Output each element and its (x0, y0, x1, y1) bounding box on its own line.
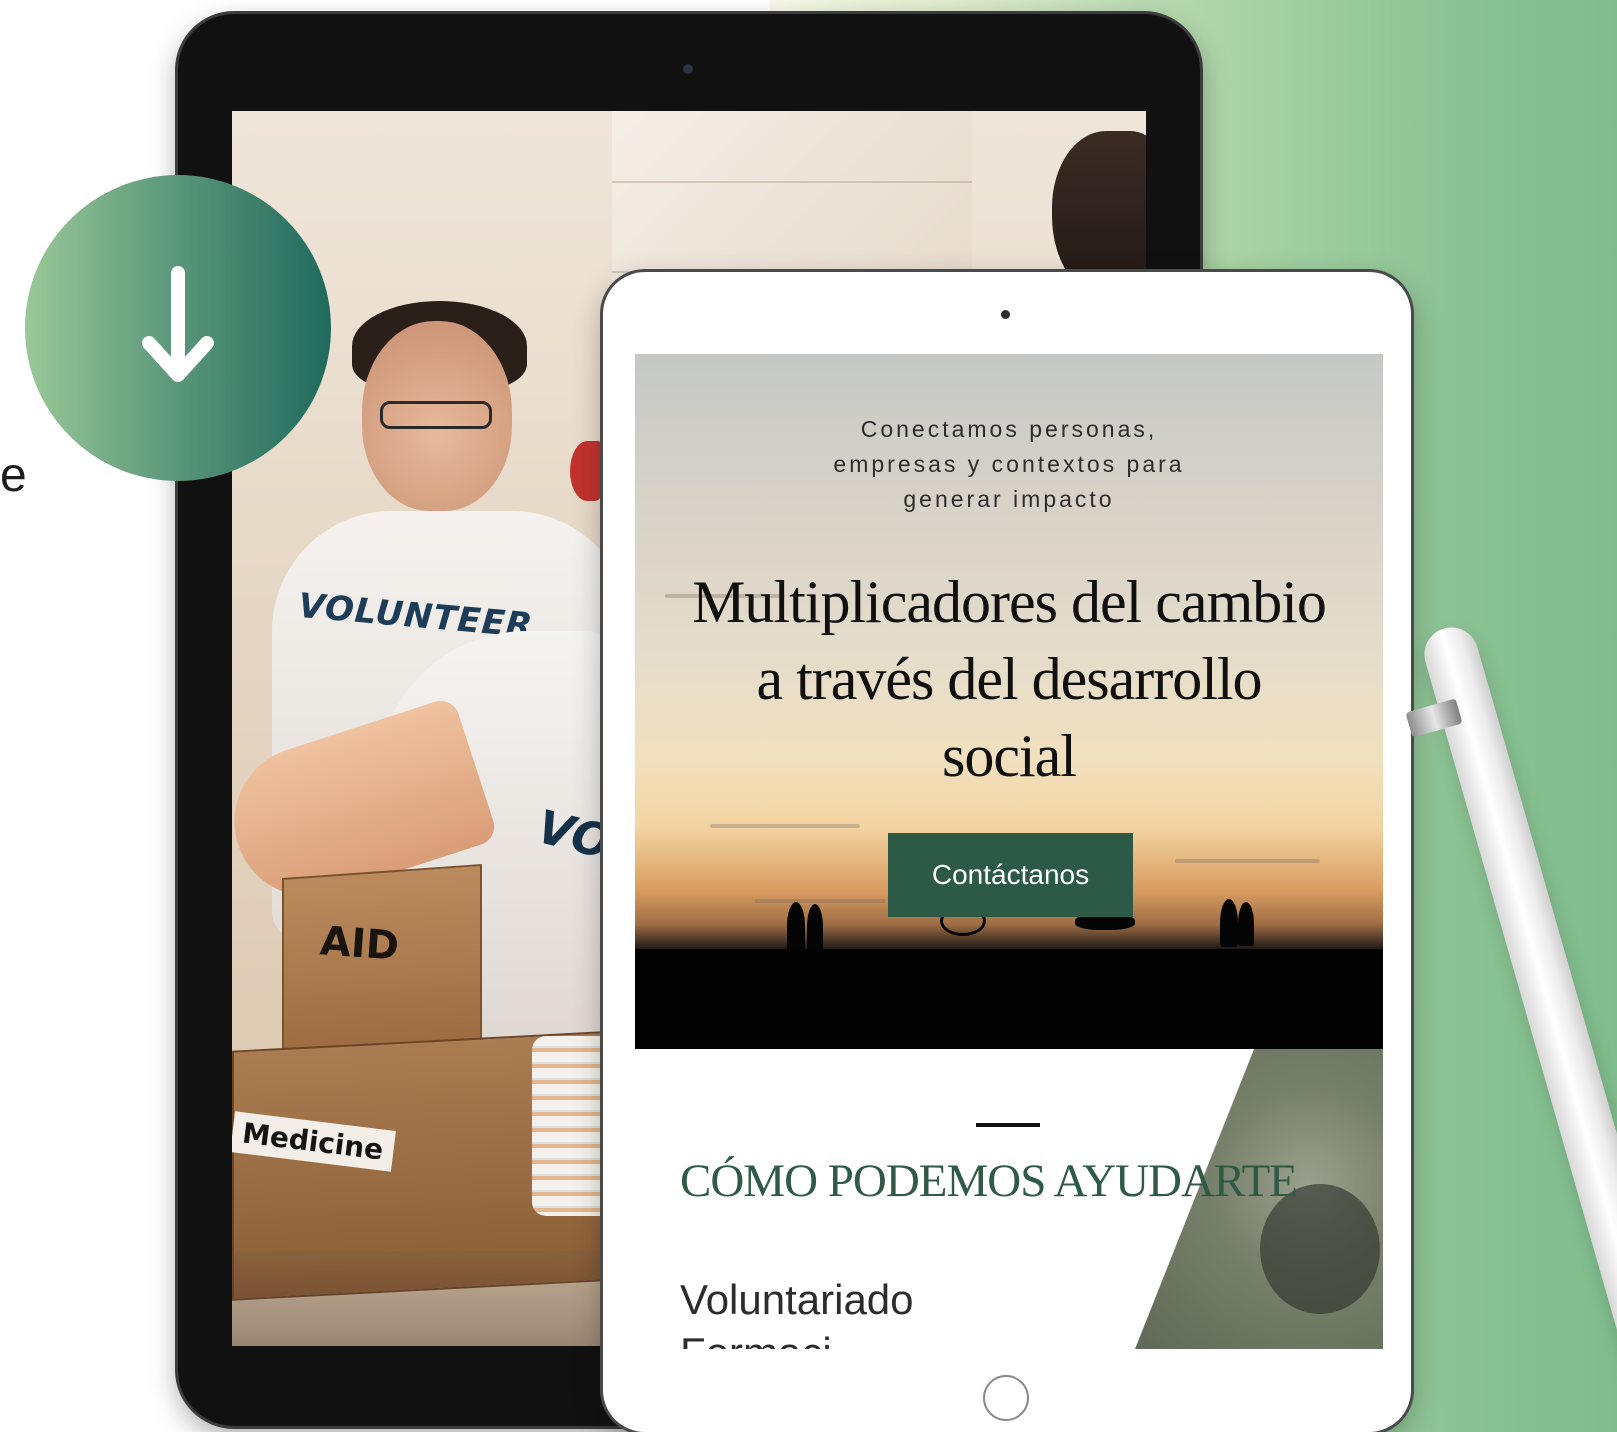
home-button-icon[interactable] (983, 1375, 1029, 1421)
left-text-fragment: e (0, 449, 27, 502)
person-silhouette (807, 904, 823, 950)
glasses-icon (380, 401, 492, 429)
hero-tagline: Conectamos personas, empresas y contexto… (833, 416, 1185, 512)
hero-title: Multiplicadores del cambio a través del … (692, 569, 1327, 789)
wall-line (612, 181, 972, 183)
hero-section: Conectamos personas, empresas y contexto… (635, 354, 1383, 1049)
help-section: CÓMO PODEMOS AYUDARTE Voluntariado Forma… (635, 1049, 1383, 1349)
service-item-voluntariado[interactable]: Voluntariado (680, 1276, 914, 1324)
cloud-strip (755, 899, 885, 903)
cloud-strip (710, 824, 860, 828)
arrow-down-icon (142, 266, 214, 382)
service-item-partial[interactable]: Formaci (680, 1329, 832, 1349)
contact-button[interactable]: Contáctanos (888, 833, 1133, 917)
aid-box-label: AID (318, 918, 401, 970)
download-button[interactable] (25, 175, 331, 481)
tablet-front: Conectamos personas, empresas y contexto… (603, 272, 1411, 1432)
horizon-silhouette (635, 949, 1383, 1049)
website-screen: Conectamos personas, empresas y contexto… (635, 354, 1383, 1349)
person-silhouette (1220, 899, 1238, 947)
camera-dot-icon (683, 64, 693, 74)
section-divider (976, 1123, 1040, 1127)
camera-dot-icon (1001, 310, 1010, 319)
help-section-title: CÓMO PODEMOS AYUDARTE (680, 1155, 1298, 1207)
bandana (570, 441, 605, 501)
cloud-strip (1175, 859, 1320, 863)
person-silhouette (787, 902, 805, 950)
person-silhouette (1238, 902, 1254, 946)
